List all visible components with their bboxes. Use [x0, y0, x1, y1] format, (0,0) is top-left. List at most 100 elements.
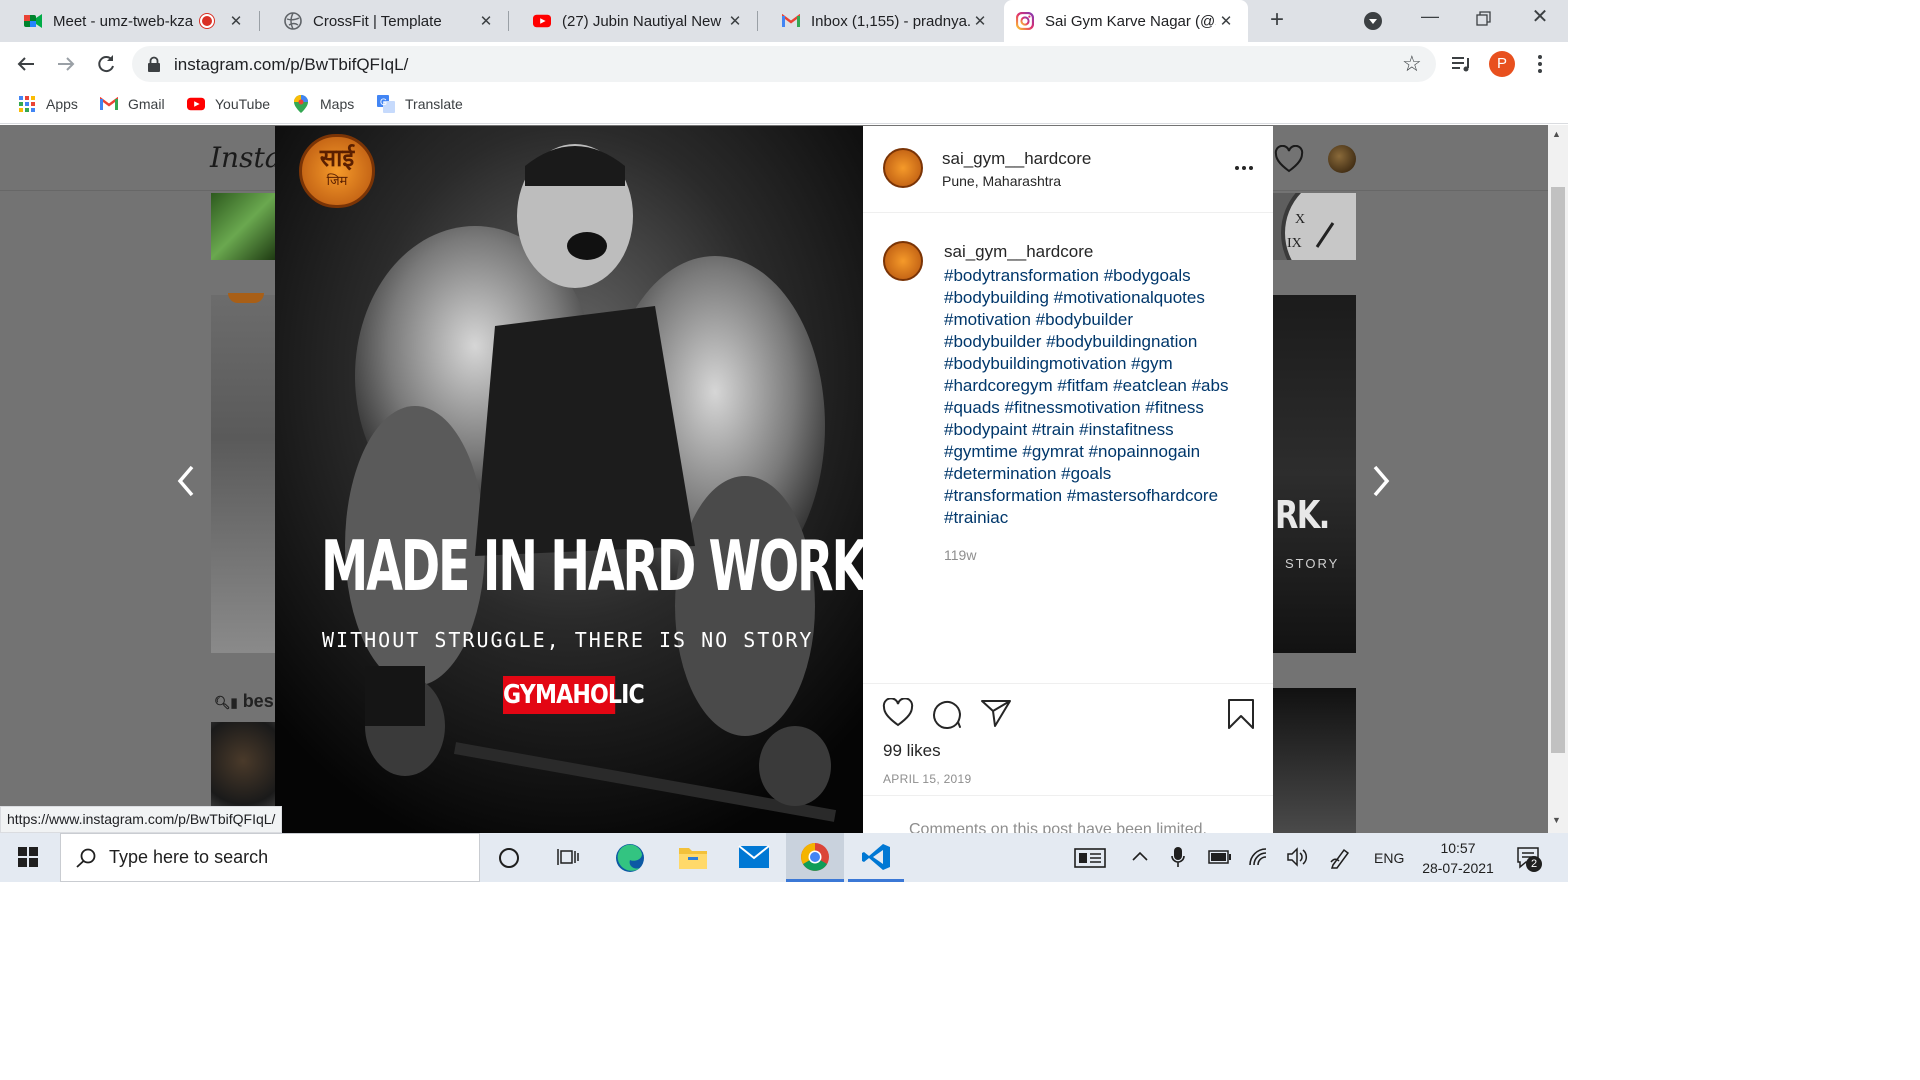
file-explorer-app[interactable] [678, 844, 708, 875]
network-tray-button[interactable] [1248, 847, 1270, 872]
close-tab-icon[interactable]: ✕ [725, 12, 745, 30]
tab-search-button[interactable] [1364, 12, 1382, 30]
forward-button[interactable] [54, 52, 78, 76]
bookmark-youtube[interactable]: YouTube [187, 94, 270, 114]
post-location[interactable]: Pune, Maharashtra [942, 173, 1061, 189]
hashtag-line[interactable]: #trainiac [944, 507, 1264, 529]
hashtag-line[interactable]: #quads #fitnessmotivation #fitness [944, 397, 1264, 419]
start-button[interactable] [18, 847, 38, 872]
like-button[interactable] [882, 697, 914, 733]
media-control-button[interactable] [1450, 54, 1474, 79]
clock[interactable]: 10:57 28-07-2021 [1414, 838, 1502, 878]
avatar[interactable] [883, 241, 923, 281]
page-scrollbar[interactable]: ▲ ▼ [1548, 125, 1568, 833]
scroll-down-arrow[interactable]: ▼ [1552, 815, 1561, 825]
avatar[interactable] [883, 148, 923, 188]
arrow-right-icon [58, 57, 75, 71]
gmail-icon [782, 12, 800, 30]
caption-username[interactable]: sai_gym__hardcore [944, 242, 1093, 262]
gym-logo: साई जिम [299, 134, 375, 208]
hashtag-line[interactable]: #determination #goals [944, 463, 1264, 485]
hashtag-line[interactable]: #bodybuildingmotivation #gym [944, 353, 1264, 375]
previous-post-button[interactable] [172, 461, 202, 501]
close-tab-icon[interactable]: ✕ [970, 12, 990, 30]
heart-icon [882, 697, 914, 727]
mail-app[interactable] [738, 845, 770, 874]
background-thumbnail-top [211, 193, 275, 260]
post-header: sai_gym__hardcore Pune, Maharashtra [863, 126, 1273, 213]
instagram-page: Insta 🔍︎▮ bes X IX RK. STORY साई जिम MAD… [0, 125, 1548, 833]
microphone-tray-button[interactable] [1171, 846, 1185, 873]
caption-hashtags: #bodytransformation #bodygoals #bodybuil… [944, 265, 1264, 529]
new-tab-button[interactable]: + [1264, 8, 1290, 34]
next-post-button[interactable] [1365, 461, 1395, 501]
chrome-app-active[interactable] [786, 833, 844, 882]
scroll-up-arrow[interactable]: ▲ [1552, 129, 1561, 139]
more-options-button[interactable] [1233, 158, 1255, 178]
restore-button[interactable] [1472, 8, 1494, 30]
notification-center-button[interactable]: 2 [1516, 846, 1542, 875]
arrow-left-icon [17, 57, 34, 71]
bookmark-icon [1228, 699, 1254, 729]
bookmark-label: Maps [320, 96, 355, 112]
bookmark-star-icon[interactable]: ☆ [1402, 51, 1422, 77]
tab-gmail[interactable]: Inbox (1,155) - pradnya.d ✕ [758, 0, 1002, 42]
close-tab-icon[interactable]: ✕ [226, 12, 246, 30]
profile-avatar[interactable]: P [1489, 51, 1515, 77]
post-username[interactable]: sai_gym__hardcore [942, 149, 1091, 169]
save-button[interactable] [1227, 698, 1255, 735]
bookmark-translate[interactable]: G Translate [377, 94, 463, 114]
bookmark-gmail[interactable]: Gmail [100, 94, 165, 114]
reload-button[interactable] [94, 52, 118, 76]
tab-meet[interactable]: Meet - umz-tweb-kza ✕ [0, 0, 258, 42]
status-bar-url: https://www.instagram.com/p/BwTbifQFIqL/ [0, 806, 283, 833]
hashtag-line[interactable]: #transformation #mastersofhardcore [944, 485, 1264, 507]
caption-age[interactable]: 119w [944, 547, 976, 563]
likes-count[interactable]: 99 likes [883, 741, 941, 761]
browser-toolbar: instagram.com/p/BwTbifQFIqL/ ☆ P [0, 42, 1568, 86]
comment-button[interactable] [931, 698, 963, 735]
post-date[interactable]: APRIL 15, 2019 [883, 772, 971, 786]
edge-icon [616, 844, 644, 872]
tab-youtube[interactable]: (27) Jubin Nautiyal New H ✕ [509, 0, 757, 42]
back-button[interactable] [14, 52, 38, 76]
close-tab-icon[interactable]: ✕ [1216, 12, 1236, 30]
hashtag-line[interactable]: #bodybuilding #motivationalquotes [944, 287, 1264, 309]
close-window-button[interactable]: ✕ [1528, 4, 1552, 30]
hashtag-line[interactable]: #hardcoregym #fitfam #eatclean #abs [944, 375, 1264, 397]
volume-icon [1287, 847, 1308, 867]
apps-grid-icon [18, 95, 36, 113]
hashtag-line[interactable]: #bodybuilder #bodybuildingnation [944, 331, 1264, 353]
scrollbar-thumb[interactable] [1551, 187, 1565, 753]
pen-tray-button[interactable] [1329, 847, 1351, 874]
news-widget-button[interactable] [1074, 848, 1106, 873]
bookmark-apps[interactable]: Apps [18, 94, 78, 114]
hashtag-line[interactable]: #bodypaint #train #instafitness [944, 419, 1264, 441]
google-meet-icon [24, 12, 42, 30]
edge-app[interactable] [614, 842, 646, 879]
minimize-button[interactable]: — [1420, 6, 1440, 30]
language-indicator[interactable]: ENG [1374, 850, 1404, 866]
close-tab-icon[interactable]: ✕ [476, 12, 496, 30]
tray-overflow-button[interactable] [1131, 848, 1149, 871]
clock-time: 10:57 [1440, 840, 1476, 856]
battery-tray-button[interactable] [1208, 850, 1232, 869]
task-view-button[interactable] [556, 845, 580, 874]
volume-tray-button[interactable] [1286, 847, 1308, 872]
search-icon [76, 848, 96, 868]
tab-instagram[interactable]: Sai Gym Karve Nagar (@sa ✕ [1004, 0, 1248, 42]
share-button[interactable] [980, 698, 1012, 733]
taskbar-search-box[interactable]: Type here to search [60, 833, 480, 882]
hashtag-line[interactable]: #gymtime #gymrat #nopainnogain [944, 441, 1264, 463]
card-text: RK. [1275, 493, 1330, 537]
bookmark-label: Translate [405, 96, 463, 112]
browser-menu-button[interactable] [1530, 52, 1550, 76]
cortana-button[interactable] [499, 848, 519, 868]
address-bar[interactable]: instagram.com/p/BwTbifQFIqL/ ☆ [132, 46, 1436, 82]
vscode-app[interactable] [848, 833, 904, 882]
hashtag-line[interactable]: #motivation #bodybuilder [944, 309, 1264, 331]
bookmark-maps[interactable]: Maps [292, 94, 354, 114]
hashtag-line[interactable]: #bodytransformation #bodygoals [944, 265, 1264, 287]
url-text[interactable]: instagram.com/p/BwTbifQFIqL/ [174, 55, 408, 75]
tab-crossfit[interactable]: CrossFit | Template ✕ [260, 0, 508, 42]
